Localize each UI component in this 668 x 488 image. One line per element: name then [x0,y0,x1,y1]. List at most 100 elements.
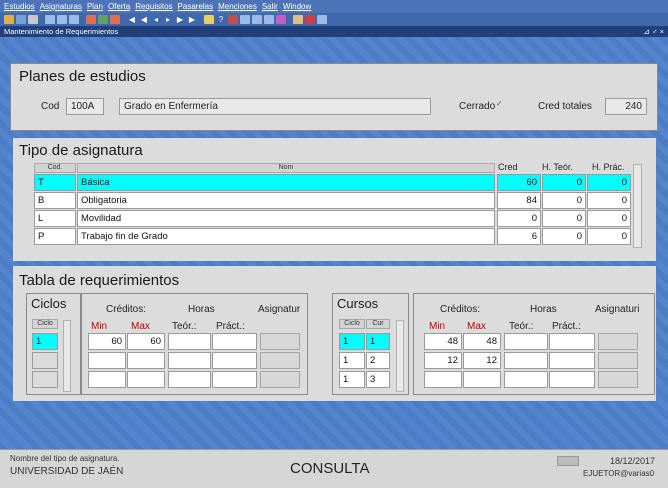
tipo-cell-cred[interactable]: 60 [497,174,541,191]
tipo-cell-cod[interactable]: B [34,192,76,209]
tipo-cell-nom[interactable]: Obligatoria [77,192,495,209]
ciclos-cell-ciclo[interactable] [32,371,58,388]
cursos-cell-cur[interactable]: 3 [366,371,390,388]
tipo-cell-hpract[interactable]: 0 [587,228,631,245]
ciclos-cell-asignat[interactable] [260,352,300,369]
cod-field[interactable]: 100A [66,98,104,115]
cursos-cell-teor[interactable] [504,333,548,350]
tipo-cell-cod[interactable]: P [34,228,76,245]
cursos-cell-pract[interactable] [549,371,595,388]
cursos-cell-asignat[interactable] [598,371,638,388]
tipo-scrollbar[interactable] [633,164,642,248]
tipo-cell-hpract[interactable]: 0 [587,210,631,227]
next-record-icon[interactable]: ▸ [163,15,173,24]
tipo-cell-cod[interactable]: L [34,210,76,227]
ciclos-scrollbar[interactable] [63,320,71,392]
undo-icon[interactable] [16,15,26,24]
cursos-cell-pract[interactable] [549,352,595,369]
tipo-cell-hteor[interactable]: 0 [542,192,586,209]
tools-icon[interactable] [305,15,315,24]
prev-block-icon[interactable]: ◀ [139,15,149,24]
cursos-cell-pract[interactable] [549,333,595,350]
ciclos-cell-asignat[interactable] [260,333,300,350]
ciclos-cell-pract[interactable] [212,352,257,369]
record-icon[interactable] [228,15,238,24]
ciclos-cell-min[interactable] [88,371,126,388]
back-icon[interactable] [317,15,327,24]
menu-menciones[interactable]: Menciones [218,2,257,11]
ciclos-cell-min[interactable] [88,352,126,369]
ciclos-cell-max[interactable] [127,352,165,369]
ciclos-cell-min[interactable]: 60 [88,333,126,350]
tipo-cell-nom[interactable]: Trabajo fin de Grado [77,228,495,245]
cursos-cell-ciclo[interactable]: 1 [339,333,365,350]
ciclos-cell-asignat[interactable] [260,371,300,388]
cursos-cell-min[interactable]: 12 [424,352,462,369]
cursos-cell-asignat[interactable] [598,333,638,350]
prev-record-icon[interactable]: ◂ [151,15,161,24]
edit-icon[interactable] [204,15,214,24]
plan-name-field[interactable]: Grado en Enfermería [119,98,431,115]
ciclos-cell-max[interactable]: 60 [127,333,165,350]
ciclos-cell-pract[interactable] [212,333,257,350]
cursos-cell-max[interactable]: 12 [463,352,501,369]
tipo-cell-hteor[interactable]: 0 [542,174,586,191]
folder-icon[interactable] [293,15,303,24]
tipo-cell-cred[interactable]: 84 [497,192,541,209]
menu-window[interactable]: Window [283,2,311,11]
ciclos-cell-ciclo[interactable] [32,352,58,369]
window-controls[interactable]: ⊿ ♂ × [644,26,664,37]
cursos-cell-min[interactable]: 48 [424,333,462,350]
menu-plan[interactable]: Plan [87,2,103,11]
tipo-cell-hpract[interactable]: 0 [587,174,631,191]
ciclos-cell-teor[interactable] [168,352,211,369]
page-icon[interactable] [252,15,262,24]
list-icon[interactable] [240,15,250,24]
ciclos-cell-teor[interactable] [168,333,211,350]
cursos-cell-cur[interactable]: 1 [366,333,390,350]
menu-estudios[interactable]: Estudios [4,2,35,11]
help-icon[interactable]: ? [216,15,226,24]
tipo-cell-cred[interactable]: 0 [497,210,541,227]
ciclos-cell-teor[interactable] [168,371,211,388]
form-icon[interactable] [264,15,274,24]
menu-oferta[interactable]: Oferta [108,2,130,11]
ciclos-cell-pract[interactable] [212,371,257,388]
exit-icon[interactable] [28,15,38,24]
query-cancel-icon[interactable] [110,15,120,24]
tipo-cell-nom[interactable]: Básica [77,174,495,191]
tipo-cell-hteor[interactable]: 0 [542,228,586,245]
cursos-cell-teor[interactable] [504,352,548,369]
query-execute-icon[interactable] [98,15,108,24]
cursos-cell-min[interactable] [424,371,462,388]
tipo-cell-hteor[interactable]: 0 [542,210,586,227]
cursos-scrollbar[interactable] [396,320,404,392]
tipo-cell-nom[interactable]: Movilidad [77,210,495,227]
print-icon[interactable] [276,15,286,24]
paste-icon[interactable] [69,15,79,24]
copy-icon[interactable] [57,15,67,24]
cursos-cell-ciclo[interactable]: 1 [339,371,365,388]
cut-icon[interactable] [45,15,55,24]
cursos-cell-asignat[interactable] [598,352,638,369]
cred-totales-field[interactable]: 240 [605,98,647,115]
ciclos-cell-max[interactable] [127,371,165,388]
ciclos-cell-ciclo[interactable]: 1 [32,333,58,350]
query-enter-icon[interactable] [86,15,96,24]
cursos-cell-max[interactable] [463,371,501,388]
cursos-cell-ciclo[interactable]: 1 [339,352,365,369]
menu-asignaturas[interactable]: Asignaturas [40,2,82,11]
menu-pasarelas[interactable]: Pasarelas [178,2,214,11]
cursos-cell-teor[interactable] [504,371,548,388]
tipo-cell-cred[interactable]: 6 [497,228,541,245]
cerrado-checkbox[interactable]: ✓ [496,99,506,109]
first-record-icon[interactable]: ◀ [127,15,137,24]
next-block-icon[interactable]: ▶ [175,15,185,24]
cursos-cell-cur[interactable]: 2 [366,352,390,369]
last-record-icon[interactable]: ▶ [187,15,197,24]
menu-salir[interactable]: Salir [262,2,278,11]
tipo-cell-hpract[interactable]: 0 [587,192,631,209]
cursos-cell-max[interactable]: 48 [463,333,501,350]
tipo-cell-cod[interactable]: T [34,174,76,191]
save-icon[interactable] [4,15,14,24]
